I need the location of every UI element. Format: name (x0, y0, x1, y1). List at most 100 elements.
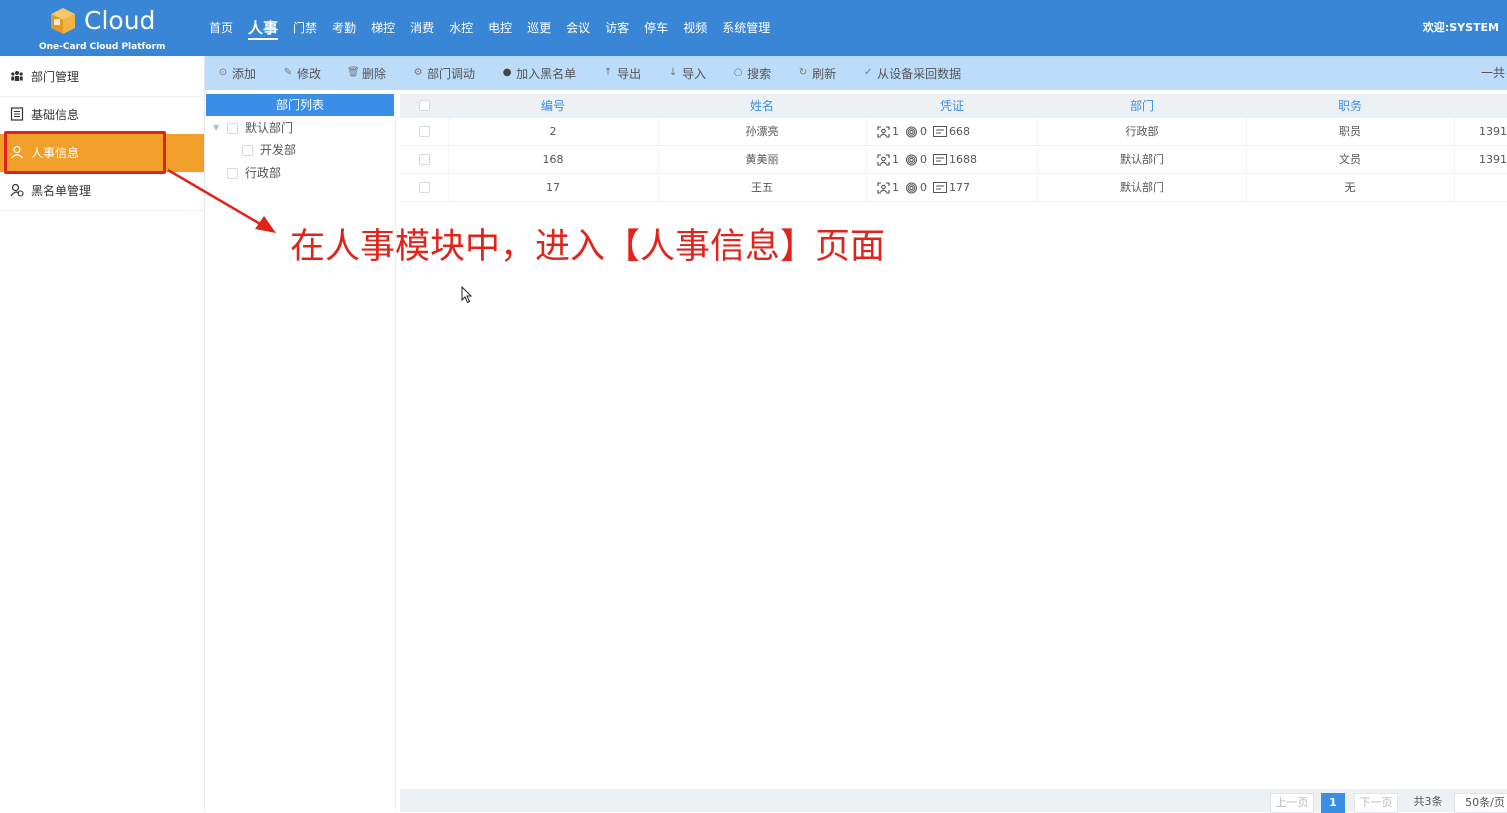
table-row[interactable]: 168 黄美丽 默认部门 文员 1391 1 0 1688 (400, 146, 1507, 174)
toolbar-button[interactable]: ⊙ 添加 (217, 65, 256, 82)
toolbar-button[interactable]: ● 加入黑名单 (501, 65, 576, 82)
col-header-name[interactable]: 姓名 (658, 94, 866, 118)
top-nav-item[interactable]: 水控 (449, 0, 473, 56)
tree-checkbox[interactable] (227, 122, 238, 134)
tree-node-label: 默认部门 (245, 121, 294, 135)
fingerprint-icon (905, 182, 920, 194)
credential-face: 1 (877, 174, 899, 201)
credential-count: 1 (892, 125, 899, 138)
caret-down-icon[interactable]: ▼ (213, 118, 221, 138)
sidebar-item-blacklist[interactable]: 黑名单管理 (0, 172, 204, 211)
row-checkbox[interactable] (418, 154, 430, 165)
toolbar-button[interactable]: ⚙ 部门调动 (412, 65, 476, 82)
top-nav-item[interactable]: 消费 (410, 0, 434, 56)
col-header-dept[interactable]: 部门 (1038, 94, 1246, 118)
highlight-box (4, 131, 166, 174)
credential-finger: 0 (905, 146, 927, 173)
logo-subtitle: One-Card Cloud Platform (39, 42, 166, 52)
people-group-icon (11, 71, 23, 81)
face-scan-icon (877, 153, 892, 166)
face-scan-icon (877, 181, 892, 194)
top-navigation: 首页 人事 门禁 考勤 梯控 消费 水控 电控 巡更 会议 访客 停车 视频 系统管理 (209, 0, 785, 56)
cell-name: 王五 (658, 174, 867, 201)
tree-checkbox[interactable] (242, 144, 253, 156)
cell-position: 无 (1246, 174, 1455, 201)
top-header: Cloud One-Card Cloud Platform 首页 人事 门禁 考勤 梯控… (0, 0, 1507, 56)
credential-finger: 0 (905, 118, 927, 145)
id-card-icon (933, 154, 949, 165)
toolbar-button-label: 刷新 (812, 66, 837, 81)
top-nav-item[interactable]: 会议 (566, 0, 590, 56)
top-nav-item[interactable]: 人事 (248, 0, 279, 56)
arrow-down-icon: ↓ (668, 67, 678, 78)
top-nav-item[interactable]: 梯控 (371, 0, 395, 56)
top-nav-item[interactable]: 门禁 (293, 0, 317, 56)
tree-node-label: 行政部 (245, 166, 282, 180)
toolbar-button[interactable]: ✓ 从设备采回数据 (862, 65, 961, 82)
cell-position: 职员 (1246, 118, 1455, 145)
sidebar-item-label: 基础信息 (31, 108, 80, 122)
trash-icon: 🗑 (347, 67, 360, 78)
toolbar-button[interactable]: ○ 搜索 (732, 65, 771, 82)
top-nav-item[interactable]: 访客 (605, 0, 629, 56)
table-row[interactable]: 2 孙漂亮 行政部 职员 1391 1 0 668 (400, 118, 1507, 146)
select-all-checkbox[interactable] (418, 100, 430, 111)
table-row[interactable]: 17 王五 默认部门无 1 0 177 (400, 174, 1507, 202)
credential-count: 0 (920, 125, 927, 138)
logo[interactable]: Cloud One-Card Cloud Platform (36, 4, 171, 54)
cell-credential: 1 0 177 (866, 174, 1038, 201)
top-nav-item[interactable]: 系统管理 (722, 0, 770, 56)
tree-checkbox[interactable] (227, 167, 238, 179)
top-nav-item[interactable]: 视频 (683, 0, 707, 56)
check-icon: ✓ (863, 67, 873, 78)
credential-count: 1 (892, 181, 899, 194)
cell-phone: 1391 (1479, 153, 1507, 166)
row-checkbox[interactable] (418, 126, 430, 137)
table-header: 编号 姓名 凭证 部门 职务 (400, 94, 1507, 118)
credential-count: 0 (920, 153, 927, 166)
tree-node-dev-dept[interactable]: 开发部 (242, 140, 296, 160)
toolbar-button-label: 加入黑名单 (516, 66, 577, 81)
sidebar-item-dept-management[interactable]: 部门管理 (0, 58, 204, 97)
cell-dept: 行政部 (1038, 118, 1247, 145)
cell-id: 168 (448, 146, 659, 173)
fingerprint-icon (905, 154, 920, 166)
cell-credential: 1 0 668 (866, 118, 1038, 145)
toolbar-button[interactable]: ↓ 导入 (667, 65, 706, 82)
credential-count: 177 (949, 181, 970, 194)
credential-face: 1 (877, 118, 899, 145)
credential-card: 668 (933, 118, 970, 145)
total-count-label: 一共 (1481, 66, 1506, 80)
toolbar-button-label: 搜索 (747, 66, 772, 81)
plus-circle-icon: ⊙ (218, 67, 228, 78)
col-header-credential[interactable]: 凭证 (866, 94, 1038, 118)
prev-page-button[interactable]: 上一页 (1270, 793, 1314, 813)
sidebar-item-basic-info[interactable]: 基础信息 (0, 96, 204, 135)
cell-id: 2 (448, 118, 659, 145)
credential-finger: 0 (905, 174, 927, 201)
tree-node-default-dept[interactable]: ▼ 默认部门 (213, 118, 293, 138)
col-header-position[interactable]: 职务 (1246, 94, 1454, 118)
top-nav-item[interactable]: 首页 (209, 0, 233, 56)
info-circle-icon: ● (502, 67, 512, 78)
toolbar-button[interactable]: ✎ 修改 (282, 65, 321, 82)
next-page-button[interactable]: 下一页 (1354, 793, 1398, 813)
tree-node-admin-dept[interactable]: 行政部 (227, 163, 281, 183)
top-nav-item[interactable]: 巡更 (527, 0, 551, 56)
credential-face: 1 (877, 146, 899, 173)
row-checkbox[interactable] (418, 182, 430, 193)
gear-icon: ⚙ (413, 67, 423, 78)
top-nav-item[interactable]: 考勤 (332, 0, 356, 56)
toolbar-button[interactable]: 🗑 删除 (347, 65, 386, 82)
top-nav-item[interactable]: 电控 (488, 0, 512, 56)
page-size-select[interactable]: 50条/页 (1454, 793, 1507, 813)
col-header-id[interactable]: 编号 (448, 94, 658, 118)
top-nav-item[interactable]: 停车 (644, 0, 668, 56)
page-1-button[interactable]: 1 (1321, 793, 1345, 813)
face-scan-icon (877, 125, 892, 138)
toolbar-button[interactable]: ↻ 刷新 (797, 65, 836, 82)
dept-list-header: 部门列表 (206, 94, 394, 116)
arrow-up-icon: ↑ (603, 67, 613, 78)
fingerprint-icon (905, 126, 920, 138)
toolbar-button[interactable]: ↑ 导出 (602, 65, 641, 82)
